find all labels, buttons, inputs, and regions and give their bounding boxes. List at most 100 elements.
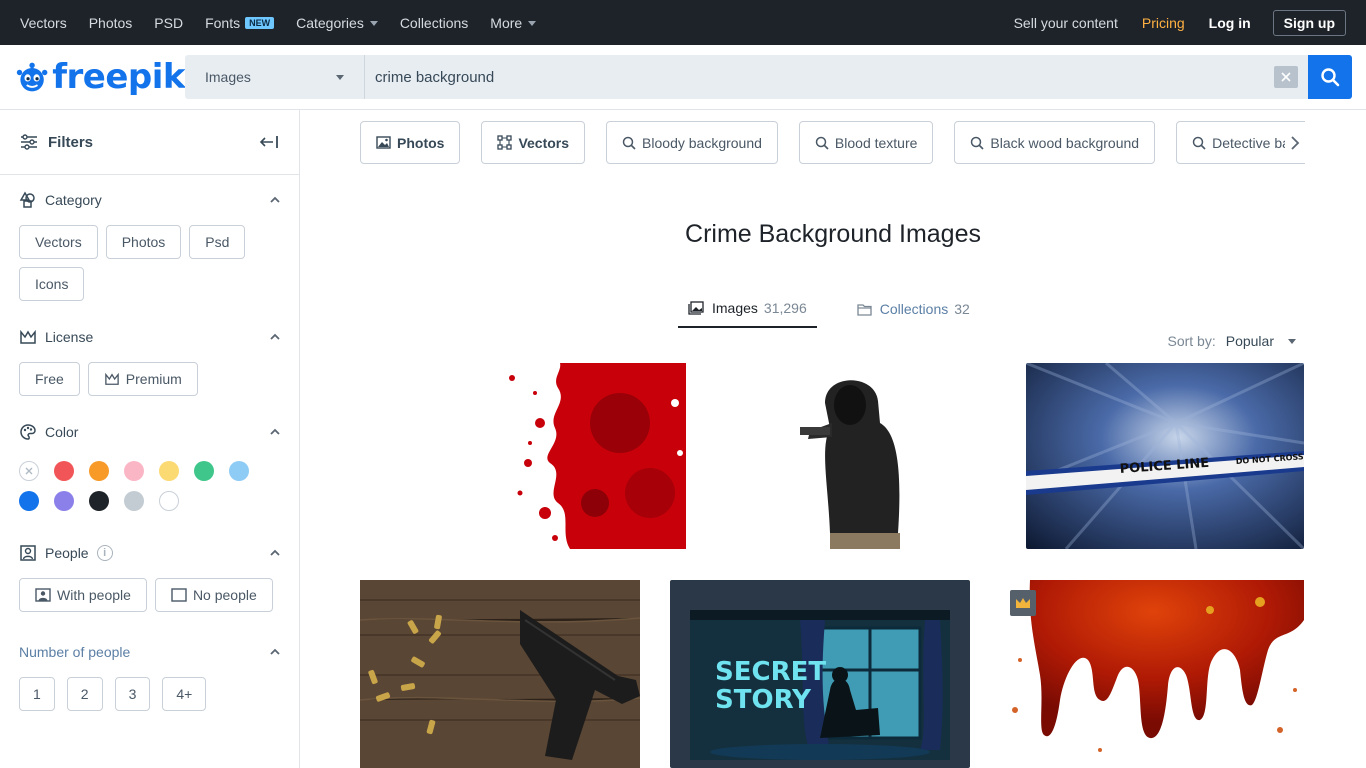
nav-fonts-label: Fonts: [205, 14, 241, 31]
people-count-2[interactable]: 2: [66, 677, 103, 711]
search-icon: [970, 136, 984, 150]
chevron-up-icon: [270, 428, 280, 435]
hooded-man-illustration: [770, 363, 946, 549]
police-tape-illustration: POLICE LINE DO NOT CROSS: [1026, 363, 1304, 549]
gun-on-wood-illustration: [360, 580, 640, 768]
color-swatch-purple[interactable]: [54, 491, 74, 511]
sort-label: Sort by:: [1167, 333, 1216, 349]
premium-badge: [1010, 590, 1036, 616]
category-chip-icons[interactable]: Icons: [19, 267, 85, 301]
tags-next-button[interactable]: [1285, 131, 1305, 155]
secret-story-illustration: SECRET STORY: [670, 580, 970, 768]
tag-vectors[interactable]: Vectors: [481, 121, 586, 164]
nav-more[interactable]: More: [490, 14, 537, 31]
nav-more-label: More: [490, 14, 523, 31]
color-swatch-yellow[interactable]: [159, 461, 179, 481]
tag-vectors-label: Vectors: [518, 134, 570, 151]
color-swatch-none[interactable]: [19, 461, 39, 481]
color-label: Color: [45, 424, 79, 440]
nav-photos[interactable]: Photos: [89, 15, 133, 31]
category-chip-vectors[interactable]: Vectors: [19, 225, 98, 259]
image-police-line[interactable]: POLICE LINE DO NOT CROSS: [1026, 363, 1304, 549]
license-chip-free[interactable]: Free: [19, 362, 80, 396]
result-tabs: Images 31,296 Collections 32: [678, 300, 1010, 328]
image-blood-drip[interactable]: [1000, 580, 1304, 768]
nav-psd[interactable]: PSD: [154, 15, 183, 31]
category-section: Category Vectors Photos Psd Icons: [0, 175, 299, 301]
tab-collections-label: Collections: [879, 301, 949, 317]
category-chip-photos[interactable]: Photos: [105, 225, 182, 259]
people-chip-with[interactable]: With people: [19, 578, 147, 612]
color-swatch-orange[interactable]: [89, 461, 109, 481]
image-gun-bullets[interactable]: [360, 580, 640, 768]
nav-fonts[interactable]: Fonts NEW: [205, 14, 275, 31]
info-icon[interactable]: i: [96, 545, 113, 561]
nav-collections[interactable]: Collections: [400, 15, 468, 31]
freepik-logo[interactable]: freepik: [15, 57, 185, 97]
category-chip-psd[interactable]: Psd: [189, 225, 246, 259]
close-icon: [1281, 72, 1291, 82]
people-chip-none[interactable]: No people: [154, 578, 273, 612]
color-swatch-gray[interactable]: [124, 491, 144, 511]
color-swatches: [19, 457, 280, 511]
tag-photos-label: Photos: [397, 134, 445, 151]
search-type-select[interactable]: Images: [185, 55, 365, 99]
license-chips: Free Premium: [19, 362, 280, 396]
search-input[interactable]: [365, 55, 1274, 99]
people-count-4plus[interactable]: 4+: [162, 677, 207, 711]
color-section: Color: [0, 407, 299, 511]
license-chip-premium[interactable]: Premium: [87, 362, 198, 396]
signup-button[interactable]: Sign up: [1272, 9, 1346, 36]
color-swatch-white[interactable]: [159, 491, 179, 511]
category-header[interactable]: Category: [19, 175, 280, 225]
color-swatch-red[interactable]: [54, 461, 74, 481]
nav-vectors[interactable]: Vectors: [20, 15, 67, 31]
chevron-down-icon: [1288, 338, 1296, 344]
secret-text: SECRET: [715, 657, 826, 687]
login-link[interactable]: Log in: [1209, 15, 1251, 31]
clear-search-button[interactable]: [1274, 66, 1298, 88]
license-header[interactable]: License: [19, 312, 280, 362]
tag-photos[interactable]: Photos: [360, 121, 461, 164]
search-type-value: Images: [205, 69, 251, 85]
color-swatch-lightblue[interactable]: [229, 461, 249, 481]
people-count-1[interactable]: 1: [19, 677, 55, 711]
collapse-sidebar-icon[interactable]: [259, 134, 279, 150]
people-chip-with-label: With people: [57, 587, 131, 603]
palette-icon: [20, 424, 36, 440]
image-secret-story[interactable]: SECRET STORY: [670, 580, 970, 768]
chevron-up-icon: [270, 648, 280, 655]
search-header: freepik Images: [0, 45, 1366, 110]
search-icon: [815, 136, 829, 150]
color-swatch-green[interactable]: [194, 461, 214, 481]
filters-title: Filters: [48, 133, 94, 151]
tag-bloody-background[interactable]: Bloody background: [606, 121, 778, 164]
tag-blood-texture[interactable]: Blood texture: [798, 121, 934, 164]
person-icon: [35, 588, 51, 602]
people-count-3[interactable]: 3: [114, 677, 151, 711]
tag-black-wood-background[interactable]: Black wood background: [954, 121, 1156, 164]
people-section: People i With people No people: [0, 528, 299, 612]
number-of-people-section: Number of people 1 2 3 4+: [0, 627, 299, 711]
image-hooded-gunman[interactable]: [770, 363, 946, 549]
tab-images[interactable]: Images 31,296: [678, 300, 817, 328]
color-swatch-black[interactable]: [89, 491, 109, 511]
color-header[interactable]: Color: [19, 407, 280, 457]
sort-control[interactable]: Sort by: Popular: [1167, 333, 1296, 349]
search-icon: [622, 136, 636, 150]
tag-black-wood-background-label: Black wood background: [990, 134, 1140, 151]
color-swatch-blue[interactable]: [19, 491, 39, 511]
close-icon: [25, 467, 33, 475]
tab-collections[interactable]: Collections 32: [847, 300, 980, 328]
number-of-people-header[interactable]: Number of people: [19, 627, 280, 677]
license-section: License Free Premium: [0, 312, 299, 396]
people-header[interactable]: People i: [19, 528, 280, 578]
sell-content-link[interactable]: Sell your content: [1014, 15, 1118, 31]
logo-text: freepik: [52, 57, 185, 97]
image-blood-splatter[interactable]: [500, 363, 686, 549]
color-swatch-pink[interactable]: [124, 461, 144, 481]
nav-categories[interactable]: Categories: [296, 15, 378, 31]
pricing-link[interactable]: Pricing: [1142, 15, 1185, 31]
search-button[interactable]: [1308, 55, 1352, 99]
related-tags: Photos Vectors Bloody background Blood t…: [360, 121, 1305, 165]
